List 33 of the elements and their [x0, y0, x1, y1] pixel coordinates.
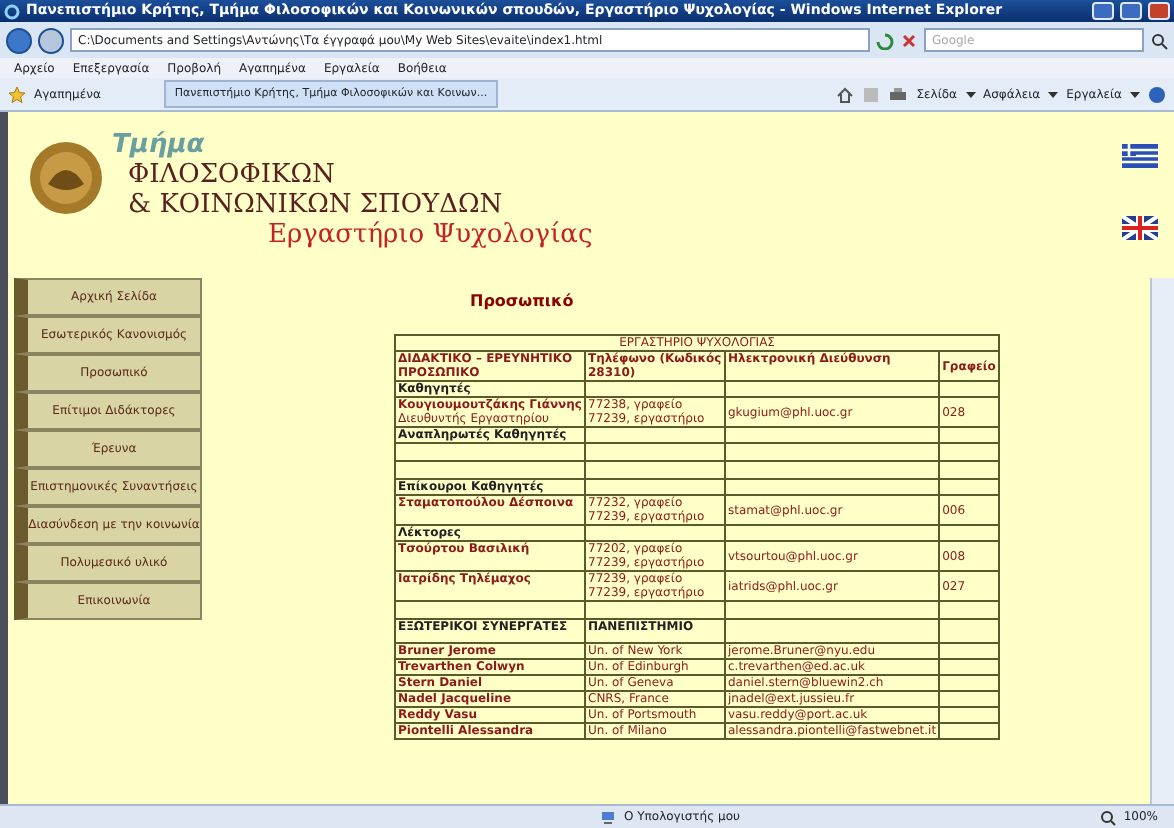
table-cell	[585, 461, 725, 479]
lab-subtitle: Εργαστήριο Ψυχολογίας	[266, 219, 593, 251]
table-cell	[939, 461, 1000, 479]
table-cell	[585, 443, 725, 461]
emblem-drawing	[28, 140, 104, 216]
uk-flag-icon[interactable]	[1122, 216, 1158, 240]
caret-icon	[1130, 91, 1140, 97]
search-icon[interactable]	[1150, 31, 1168, 49]
table-cell	[939, 601, 1000, 619]
back-button[interactable]	[6, 27, 32, 53]
minimize-button[interactable]	[1092, 2, 1114, 20]
department-watermark: Τμήμα	[112, 132, 205, 158]
table-cell	[939, 619, 1000, 643]
table-cell	[939, 443, 1000, 461]
stop-icon[interactable]	[900, 31, 918, 49]
page-heading: Προσωπικό	[470, 290, 574, 314]
table-cell	[585, 601, 725, 619]
department-title: ΦΙΛΟΣΟΦΙΚΩΝ	[128, 159, 337, 189]
zoom-icon[interactable]	[1099, 809, 1116, 825]
browser-logo-icon	[4, 3, 20, 19]
print-icon[interactable]	[888, 85, 909, 103]
close-button[interactable]	[1148, 2, 1170, 20]
forward-button[interactable]	[38, 27, 64, 53]
vertical-scrollbar[interactable]	[1150, 278, 1174, 804]
caret-icon	[965, 91, 975, 97]
computer-icon	[600, 809, 616, 825]
department-title: & ΚΟΙΝΩΝΙΚΩΝ ΣΠΟΥΔΩΝ	[128, 189, 505, 219]
star-icon[interactable]	[8, 85, 26, 103]
refresh-icon[interactable]	[876, 31, 894, 49]
greek-flag-icon[interactable]	[1122, 144, 1158, 168]
maximize-button[interactable]	[1120, 2, 1142, 20]
home-icon[interactable]	[836, 85, 855, 103]
caret-icon	[1048, 91, 1059, 97]
